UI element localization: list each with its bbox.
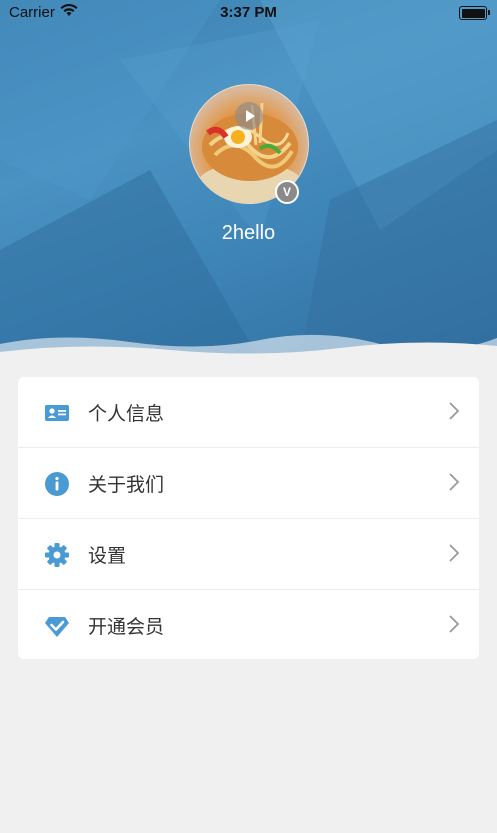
- info-icon: [45, 472, 69, 496]
- menu-item-label: 设置: [88, 545, 127, 567]
- chevron-right-icon: [449, 615, 459, 633]
- chevron-right-icon: [449, 544, 459, 562]
- menu-item-about-us[interactable]: 关于我们: [18, 448, 479, 519]
- id-card-icon: [45, 405, 69, 421]
- diamond-check-icon: [45, 617, 69, 637]
- menu-item-settings[interactable]: 设置: [18, 519, 479, 590]
- chevron-right-icon: [449, 402, 459, 420]
- menu-item-profile-info[interactable]: 个人信息: [18, 377, 479, 448]
- menu-item-membership[interactable]: 开通会员: [18, 590, 479, 659]
- chevron-right-icon: [449, 473, 459, 491]
- menu-card: 个人信息 关于我们 设置 开通会员: [18, 377, 479, 659]
- gear-icon: [45, 543, 69, 567]
- play-icon[interactable]: [235, 102, 263, 130]
- avatar[interactable]: V: [189, 84, 309, 204]
- battery-icon: [459, 6, 490, 20]
- menu-item-label: 关于我们: [88, 474, 165, 496]
- header-wave: [0, 334, 497, 360]
- verified-badge: V: [275, 180, 299, 204]
- profile-header: Carrier 3:37 PM V 2hello: [0, 0, 497, 360]
- status-time: 3:37 PM: [220, 4, 277, 21]
- username: 2hello: [221, 222, 276, 244]
- status-bar: Carrier 3:37 PM: [0, 0, 497, 26]
- menu-item-label: 开通会员: [88, 616, 165, 638]
- menu-item-label: 个人信息: [88, 403, 165, 425]
